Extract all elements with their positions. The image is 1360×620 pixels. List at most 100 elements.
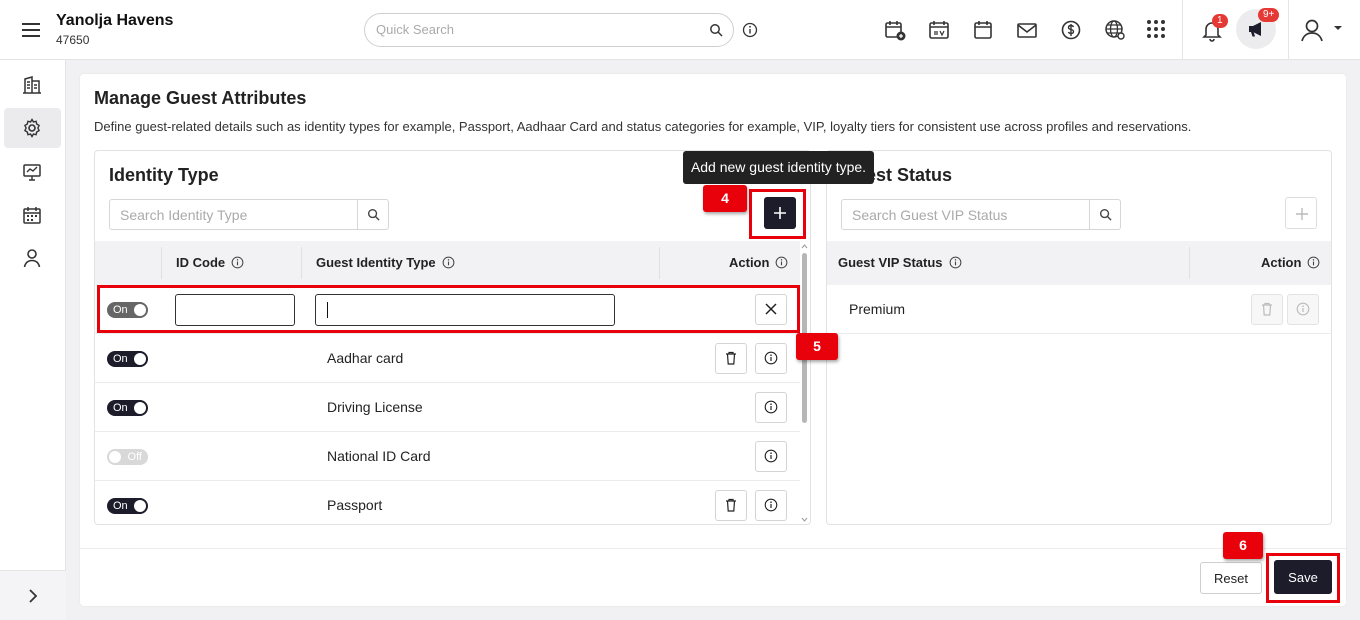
step-badge: 6 <box>1223 532 1263 559</box>
sidebar-expand-button[interactable] <box>0 570 66 620</box>
guest-identity-type-header: Guest Identity Type <box>316 255 455 270</box>
info-icon <box>764 400 778 414</box>
identity-type-name: Driving License <box>327 399 423 415</box>
property-id: 47650 <box>56 33 90 47</box>
info-button[interactable] <box>755 343 787 374</box>
plus-icon <box>774 207 786 219</box>
calendar-add-icon[interactable] <box>884 19 906 41</box>
reset-button[interactable]: Reset <box>1200 562 1262 594</box>
guest-status-name: Premium <box>849 301 906 317</box>
info-icon <box>764 351 778 365</box>
identity-type-title: Identity Type <box>109 165 219 185</box>
announcement-count-badge: 9+ <box>1258 8 1280 22</box>
scroll-up-icon <box>801 244 808 249</box>
sidebar-item-settings[interactable] <box>4 108 61 148</box>
info-icon <box>442 256 455 269</box>
megaphone-icon <box>1249 22 1261 37</box>
user-menu[interactable] <box>1300 18 1348 44</box>
property-name[interactable]: Yanolja Havens <box>56 12 173 30</box>
add-guest-status-button[interactable] <box>1285 197 1317 229</box>
identity-search-button[interactable] <box>357 200 388 229</box>
sidebar-item-property[interactable] <box>4 65 61 105</box>
status-row: Premium <box>827 285 1331 334</box>
id-code-input[interactable] <box>175 294 295 326</box>
trash-icon <box>1262 302 1272 316</box>
info-icon <box>764 498 778 512</box>
notification-count-badge: 1 <box>1212 14 1228 28</box>
step-badge: 5 <box>796 333 838 360</box>
guest-status-panel: Guest Status Guest VIP Status Action Pre… <box>826 150 1332 525</box>
sidebar-item-profile[interactable] <box>4 238 61 278</box>
search-icon[interactable] <box>709 23 723 37</box>
sidebar <box>0 60 66 620</box>
info-icon <box>1296 302 1310 316</box>
apps-grid-icon[interactable] <box>1146 19 1168 41</box>
status-toggle[interactable]: Off <box>107 449 148 465</box>
identity-row: On Aadhar card <box>95 334 800 383</box>
cancel-new-row-button[interactable] <box>755 294 787 325</box>
info-icon[interactable] <box>742 22 758 38</box>
identity-row: Off National ID Card <box>95 432 800 481</box>
status-toggle[interactable]: On <box>107 400 148 416</box>
status-toggle[interactable]: On <box>107 351 148 367</box>
id-code-header: ID Code <box>176 255 244 270</box>
save-button[interactable]: Save <box>1274 560 1332 594</box>
delete-button[interactable] <box>715 490 747 521</box>
delete-button[interactable] <box>715 343 747 374</box>
identity-row: On Passport <box>95 481 800 524</box>
gear-icon <box>23 118 41 138</box>
guest-status-search-button[interactable] <box>1089 200 1120 229</box>
search-icon <box>1099 208 1112 221</box>
sidebar-item-monitor[interactable] <box>4 152 61 192</box>
add-identity-tooltip: Add new guest identity type. <box>683 151 874 184</box>
checkin-calendar-icon[interactable] <box>928 19 950 41</box>
identity-type-name: Passport <box>327 497 383 513</box>
mail-icon[interactable] <box>1016 19 1038 41</box>
top-bar: Yanolja Havens 47650 1 9+ <box>0 0 1360 60</box>
info-icon <box>1308 256 1320 269</box>
globe-settings-icon[interactable] <box>1104 19 1126 41</box>
page-title: Manage Guest Attributes <box>94 88 307 108</box>
search-icon <box>367 208 380 221</box>
guest-status-search-input[interactable] <box>852 207 1082 223</box>
monitor-icon <box>23 164 41 181</box>
guest-identity-type-input[interactable] <box>315 294 615 326</box>
status-toggle[interactable]: On <box>107 498 148 514</box>
page-description: Define guest-related details such as ide… <box>94 119 1192 134</box>
action-header: Action <box>729 255 788 270</box>
info-button[interactable] <box>755 392 787 423</box>
new-identity-row: On <box>95 285 800 334</box>
info-button[interactable] <box>755 490 787 521</box>
add-identity-type-button[interactable] <box>764 197 796 229</box>
plus-icon <box>1296 208 1308 220</box>
identity-search[interactable] <box>109 199 389 230</box>
identity-table-header: ID Code Guest Identity Type Action <box>95 241 800 285</box>
info-button[interactable] <box>1287 294 1319 325</box>
info-icon <box>231 256 244 269</box>
quick-search-input[interactable] <box>376 22 696 37</box>
guest-status-search[interactable] <box>841 199 1121 230</box>
identity-type-name: National ID Card <box>327 448 431 464</box>
guest-vip-status-header: Guest VIP Status <box>838 255 962 270</box>
dollar-icon[interactable] <box>1060 19 1082 41</box>
trash-icon <box>726 351 736 365</box>
building-icon <box>23 76 41 94</box>
info-button[interactable] <box>755 441 787 472</box>
identity-scrollbar[interactable] <box>801 243 808 523</box>
quick-search[interactable] <box>364 13 734 47</box>
close-icon <box>765 303 777 315</box>
info-icon <box>764 449 778 463</box>
new-row-status-toggle[interactable]: On <box>107 302 148 318</box>
step-badge: 4 <box>703 185 747 212</box>
calendar-icon[interactable] <box>972 19 994 41</box>
info-icon <box>776 256 788 269</box>
action-header: Action <box>1261 255 1320 270</box>
delete-button[interactable] <box>1251 294 1283 325</box>
sidebar-item-calendar[interactable] <box>4 195 61 235</box>
trash-icon <box>726 498 736 512</box>
identity-row: On Driving License <box>95 383 800 432</box>
menu-icon[interactable] <box>20 20 42 40</box>
identity-type-name: Aadhar card <box>327 350 404 366</box>
identity-search-input[interactable] <box>120 207 350 223</box>
calendar-grid-icon <box>23 207 41 224</box>
